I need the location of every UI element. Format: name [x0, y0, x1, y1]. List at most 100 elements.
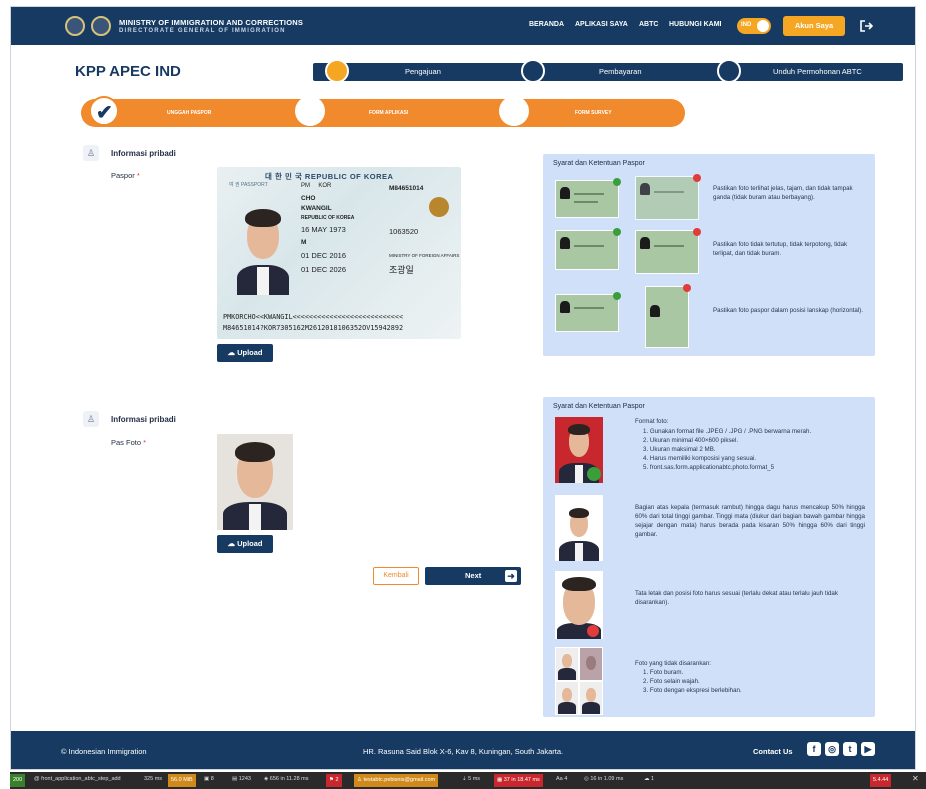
passport-mrz-line-2: M84651014?KOR7305162M2612018106352OV1594…: [223, 324, 404, 332]
sub-step-unggah-paspor: UNGGAH PASPOR: [167, 110, 212, 116]
passport-emblem-icon: [429, 197, 449, 217]
footer-address: HR. Rasuna Said Blok X-6, Kav 8, Kuninga…: [363, 747, 564, 756]
debug-time[interactable]: 325 ms: [144, 776, 162, 782]
instagram-icon[interactable]: ◎: [825, 742, 839, 756]
step-dot-pembayaran: [521, 59, 545, 83]
main-stepper: Pengajuan Pembayaran Unduh Permohonan AB…: [313, 59, 903, 83]
bad-icon: [693, 228, 701, 236]
passport-photo: [231, 203, 295, 295]
passport-sex: M: [301, 239, 307, 246]
ok-icon: [587, 467, 601, 481]
blurry-passport-thumb: [635, 176, 699, 220]
footer-contact-us[interactable]: Contact Us: [753, 747, 793, 756]
check-icon: ✔: [96, 102, 113, 124]
passport-issue-date: 01 DEC 2016: [301, 251, 347, 260]
covered-passport-thumb: [635, 230, 699, 274]
language-toggle[interactable]: IND: [737, 18, 771, 34]
not-recommended-item-3: 3. Foto dengan ekspresi berlebihan.: [643, 687, 742, 694]
proportion-sample: [555, 495, 603, 561]
section-title-passport: Informasi pribadi: [111, 149, 176, 158]
next-button[interactable]: Next ➜: [425, 567, 521, 585]
passport-given-name: KWANGIL: [301, 205, 332, 212]
back-button[interactable]: Kembali: [373, 567, 419, 585]
debug-security[interactable]: ⚑ 2: [326, 774, 342, 787]
nav-aplikasi-saya[interactable]: APLIKASI SAYA: [575, 21, 628, 28]
format-item-2: 2. Ukuran minimal 400×600 piksel.: [643, 437, 739, 444]
format-item-3: 3. Ukuran maksimal 2 MB.: [643, 446, 716, 453]
format-title: Format foto:: [635, 418, 669, 425]
youtube-icon[interactable]: ▶: [861, 742, 875, 756]
close-icon[interactable]: ✕: [912, 774, 919, 783]
not-recommended-item-2: 2. Foto selain wajah.: [643, 678, 700, 685]
step-label-unduh: Unduh Permohonan ABTC: [773, 67, 862, 76]
passport-rule-3: Pastikan foto paspor dalam posisi lanska…: [713, 307, 863, 314]
step-label-pengajuan: Pengajuan: [405, 67, 441, 76]
photo-upload-button[interactable]: ☁ Upload: [217, 535, 273, 553]
nav-beranda[interactable]: BERANDA: [529, 21, 564, 28]
debug-memory[interactable]: 56.0 MiB: [168, 774, 196, 787]
passport-hangul-name: 조광일: [389, 265, 414, 275]
passport-rule-1: Pastikan foto terlihat jelas, tajam, dan…: [713, 185, 853, 201]
bad-icon: [683, 284, 691, 292]
passport-requirements-panel: Syarat dan Ketentuan Paspor Pastikan fot…: [543, 154, 875, 356]
immigration-logo-icon: [91, 16, 111, 36]
portrait-passport-thumb: [645, 286, 689, 348]
bad-icon: [693, 174, 701, 182]
facebook-icon[interactable]: f: [807, 742, 821, 756]
passport-nationality: REPUBLIC OF KOREA: [301, 215, 355, 221]
passport-type: PM KOR: [301, 183, 332, 189]
good-passport-thumb-2: [555, 230, 619, 270]
bad-icon: [587, 625, 599, 637]
not-recommended-title: Foto yang tidak disarankan:: [635, 660, 712, 667]
top-navbar: MINISTRY OF IMMIGRATION AND CORRECTIONS …: [11, 7, 915, 45]
photo-field-label: Pas Foto *: [111, 438, 147, 447]
footer-copyright: © Indonesian Immigration: [61, 747, 147, 756]
debug-logs[interactable]: ▤ 1243: [232, 776, 251, 782]
nav-abtc[interactable]: ABTC: [639, 21, 658, 28]
ok-icon: [613, 228, 621, 236]
debug-toolbar: 200 @ front_application_abtc_step_add 32…: [10, 772, 926, 789]
ok-icon: [613, 178, 621, 186]
debug-translations[interactable]: Aa 4: [556, 776, 567, 782]
sub-step-dot-unggah: ✔: [89, 96, 119, 126]
language-label: IND: [741, 22, 752, 28]
org-name: MINISTRY OF IMMIGRATION AND CORRECTIONS: [119, 18, 304, 27]
proportion-text: Bagian atas kepala (termasuk rambut) hin…: [635, 504, 865, 538]
user-icon: ♙: [83, 145, 99, 161]
org-subname: DIRECTORATE GENERAL OF IMMIGRATION: [119, 28, 286, 34]
passport-field-label: Paspor *: [111, 171, 140, 180]
account-button[interactable]: Akun Saya: [783, 16, 845, 36]
debug-forms[interactable]: ▣ 8: [204, 776, 214, 782]
browser-viewport: MINISTRY OF IMMIGRATION AND CORRECTIONS …: [10, 6, 916, 770]
passport-dob: 16 MAY 1973: [301, 225, 346, 234]
passport-personal-no: 1063520: [389, 227, 419, 236]
passport-mrz-line-1: PMKORCHO<<KWANGIL<<<<<<<<<<<<<<<<<<<<<<<…: [223, 313, 404, 321]
step-dot-unduh: [717, 59, 741, 83]
twitter-icon[interactable]: t: [843, 742, 857, 756]
debug-twig[interactable]: ◎ 16 in 1.09 ms: [584, 776, 623, 782]
sub-stepper: ✔ UNGGAH PASPOR FORM APLIKASI FORM SURVE…: [81, 96, 685, 127]
format-item-1: 1. Gunakan format file .JPEG / .JPG / .P…: [643, 428, 812, 435]
debug-status[interactable]: 200: [10, 774, 26, 787]
toggle-knob: [757, 20, 769, 32]
debug-cache[interactable]: ◈ 656 in 11.28 ms: [264, 776, 309, 782]
nav-hubungi-kami[interactable]: HUBUNGI KAMI: [669, 21, 722, 28]
step-label-pembayaran: Pembayaran: [599, 67, 642, 76]
debug-db[interactable]: ▦ 37 in 18.47 ms: [494, 774, 543, 787]
debug-route[interactable]: @ front_application_abtc_step_add: [34, 776, 121, 782]
good-passport-thumb: [555, 180, 619, 218]
sub-step-form-aplikasi: FORM APLIKASI: [369, 110, 409, 116]
passport-upload-button[interactable]: ☁ Upload: [217, 344, 273, 362]
not-recommended-samples: [555, 647, 603, 715]
format-item-5: 5. front.sas.form.applicationabtc.photo.…: [643, 464, 775, 471]
format-item-4: 4. Harus memiliki komposisi yang sesuai.: [643, 455, 757, 462]
step-dot-pengajuan: [325, 59, 349, 83]
debug-version[interactable]: 5.4.44: [870, 774, 892, 787]
logout-icon[interactable]: [859, 19, 874, 33]
passport-country-header: 대 한 민 국 REPUBLIC OF KOREA: [265, 172, 394, 181]
debug-user[interactable]: ♙ testabtc.pebisnis@gmail.com: [354, 774, 439, 787]
debug-requests[interactable]: ☁ 1: [644, 776, 654, 782]
debug-doctrine[interactable]: ⇣ 5 ms: [462, 776, 480, 782]
page-title: KPP APEC IND: [75, 63, 181, 80]
sub-step-dot-survey: [499, 96, 529, 126]
